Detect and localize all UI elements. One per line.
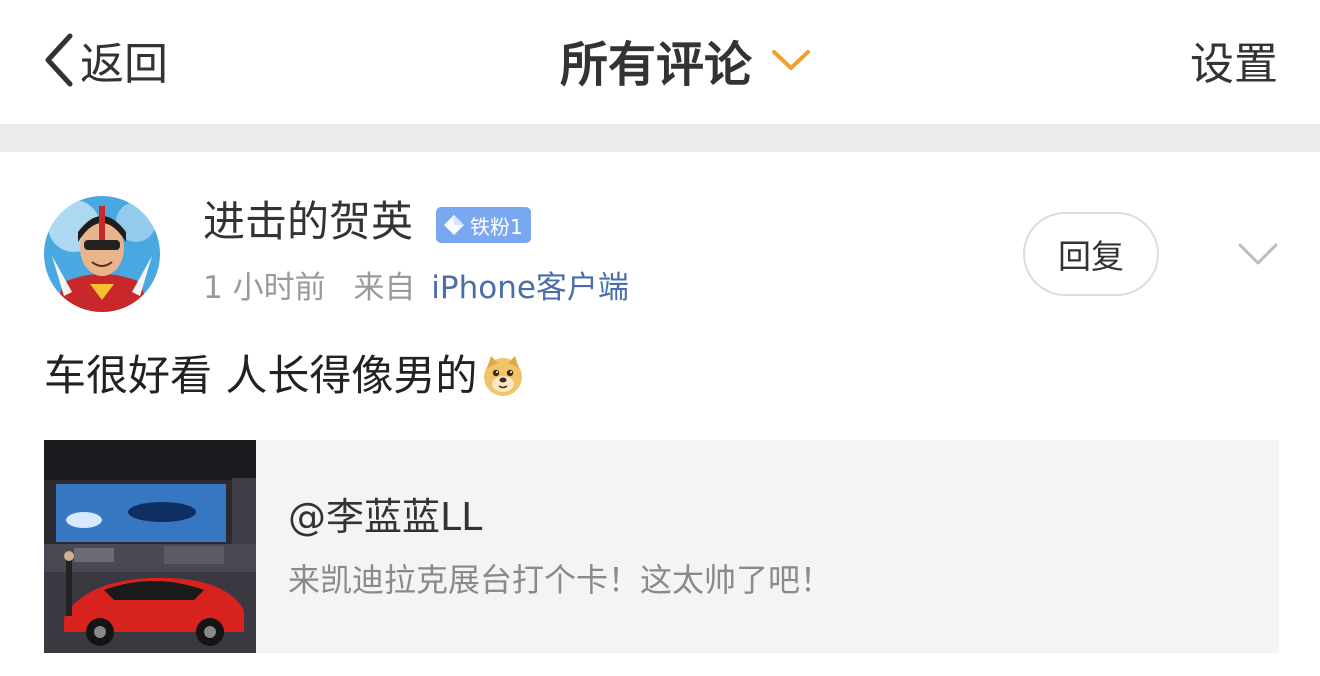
comment-body: 车很好看 人长得像男的: [44, 348, 525, 404]
diamond-icon: [444, 215, 464, 235]
comment-username[interactable]: 进击的贺英: [203, 196, 413, 248]
back-label: 返回: [80, 39, 168, 90]
back-chevron-icon: [45, 33, 73, 87]
car-show-image: [44, 440, 256, 653]
fan-badge[interactable]: 铁粉1: [436, 207, 531, 243]
section-divider: [0, 124, 1320, 152]
fan-badge-label: 铁粉1: [470, 214, 523, 239]
quoted-post-text: 来凯迪拉克展台打个卡！这太帅了吧！: [288, 561, 833, 599]
avatar-image: [44, 196, 160, 312]
chevron-down-icon: [772, 50, 811, 70]
settings-button[interactable]: 设置: [1190, 28, 1278, 92]
quoted-post-author[interactable]: @李蓝蓝LL: [288, 494, 482, 540]
comment-source-label: 来自: [353, 270, 416, 306]
comment-client-link[interactable]: iPhone客户端: [431, 270, 629, 306]
top-nav-bar: 返回 所有评论 设置: [0, 0, 1320, 124]
avatar[interactable]: [44, 196, 160, 312]
quoted-post-card[interactable]: @李蓝蓝LL 来凯迪拉克展台打个卡！这太帅了吧！: [44, 440, 1279, 653]
comment-meta: 1 小时前 来自 iPhone客户端: [203, 266, 629, 310]
chevron-down-icon[interactable]: [1236, 240, 1280, 268]
comment-filter-dropdown[interactable]: 所有评论: [560, 28, 812, 93]
comment-text: 车很好看 人长得像男的: [44, 351, 478, 400]
quoted-post-thumbnail: [44, 440, 256, 653]
back-button[interactable]: 返回: [40, 28, 168, 92]
reply-button[interactable]: 回复: [1023, 212, 1159, 296]
comment-time: 1 小时前: [203, 270, 326, 306]
page-title: 所有评论: [560, 37, 753, 93]
doge-emoji-icon: [484, 356, 523, 396]
